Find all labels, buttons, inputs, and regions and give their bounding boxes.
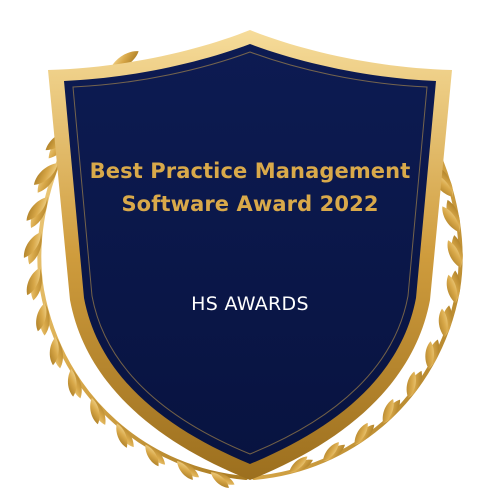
award-title: Best Practice Management Software Award … xyxy=(60,155,440,221)
award-title-line-1: Best Practice Management xyxy=(89,159,411,183)
award-badge-art xyxy=(21,30,468,490)
award-badge: Best Practice Management Software Award … xyxy=(0,0,500,500)
award-issuer: HS AWARDS xyxy=(191,293,309,315)
award-title-line-2: Software Award 2022 xyxy=(121,192,379,216)
shield-icon xyxy=(64,44,436,464)
